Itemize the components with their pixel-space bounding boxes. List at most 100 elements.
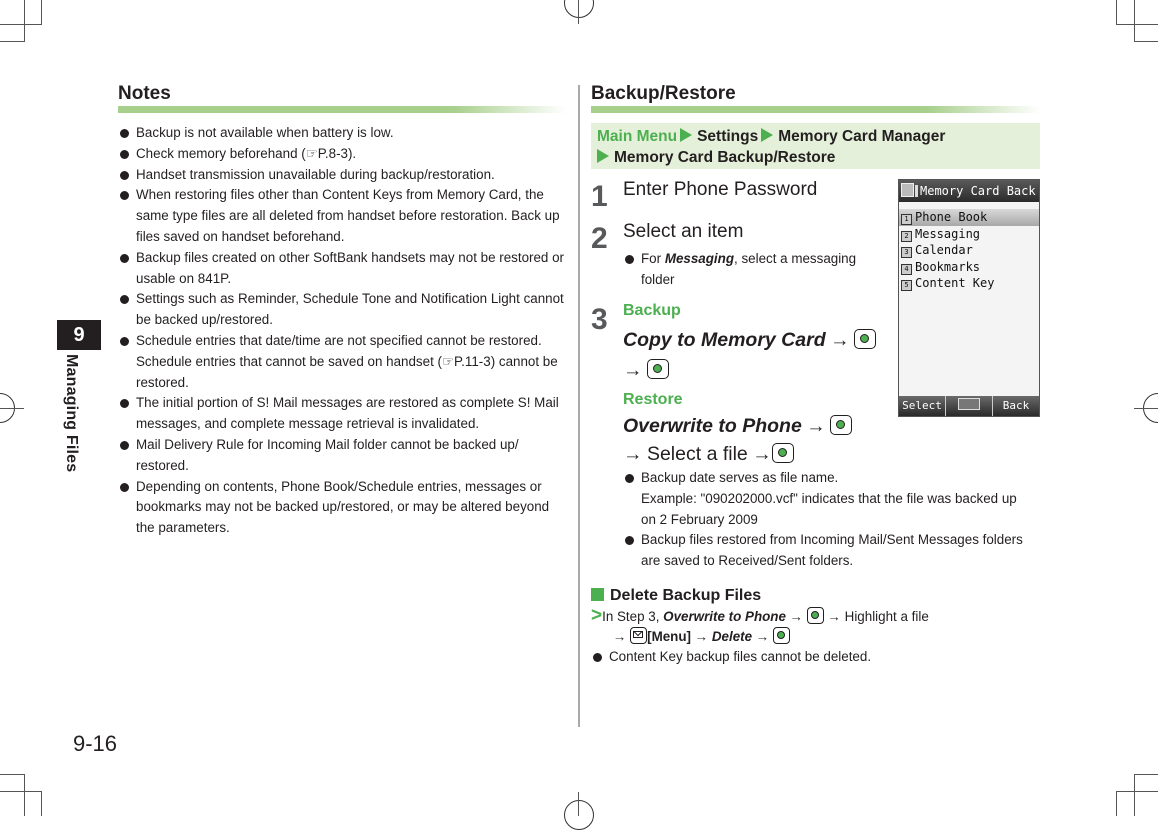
menu-navigation-path: Main Menu Settings Memory Card Manager Mem… (591, 123, 1040, 169)
softkey-back[interactable]: Back (993, 396, 1039, 416)
backup-operation: Copy to Memory Card → → (623, 326, 883, 386)
menu-item-label: Content Key (915, 276, 995, 290)
screen-menu-item-messaging[interactable]: 2 Messaging (899, 226, 1039, 243)
screen-menu-list: 1 Phone Book 2 Messaging 3 Calendar 4 Bookma… (899, 209, 1039, 292)
crop-mark (1116, 791, 1117, 816)
backup-restore-heading: Backup/Restore (591, 83, 736, 104)
crop-mark (41, 791, 42, 816)
registration-mark (578, 792, 579, 816)
note-text: For (641, 251, 665, 266)
note-item: When restoring files other than Content … (118, 185, 566, 247)
step-number: 2 (591, 222, 608, 255)
delete-heading-text: Delete Backup Files (610, 587, 762, 604)
mail-key-icon (630, 627, 648, 644)
backup-restore-heading-block: Backup/Restore (591, 83, 1040, 113)
arrow-icon: → (830, 329, 850, 351)
step-number: 1 (591, 180, 608, 213)
note-item: Handset transmission unavailable during … (118, 165, 566, 186)
delete-instruction-cont: → [Menu] → Delete → (591, 627, 1031, 647)
crop-mark (1134, 41, 1158, 42)
step-note: For Messaging, select a messaging folder (623, 249, 863, 291)
chapter-title: Managing Files (62, 354, 92, 484)
arrow-icon: → (755, 629, 770, 644)
phone-screen-screenshot: Memory Card Back 1 Phone Book 2 Messaging … (898, 179, 1040, 417)
screen-menu-item-calendar[interactable]: 3 Calendar (899, 242, 1039, 259)
center-key-icon (646, 359, 669, 379)
delete-backup-section: Delete Backup Files >In Step 3, Overwrit… (591, 587, 1031, 668)
note-emphasis: Messaging (664, 251, 735, 266)
registration-mark (1134, 408, 1158, 409)
center-key-icon (806, 607, 824, 624)
arrow-icon: → (789, 609, 804, 624)
note-item: Depending on contents, Phone Book/Schedu… (118, 477, 566, 539)
registration-mark (0, 408, 24, 409)
number-icon: 4 (901, 263, 912, 275)
crop-mark (1134, 774, 1158, 775)
number-icon: 1 (901, 214, 912, 225)
overwrite-to-phone: Overwrite to Phone (623, 415, 802, 437)
select-a-file: Select a file (646, 443, 748, 465)
restore-note: Backup date serves as file name. Example:… (623, 468, 1033, 530)
crop-mark (0, 41, 24, 42)
registration-mark (578, 0, 579, 24)
number-icon: 5 (901, 280, 912, 291)
crop-mark (1134, 0, 1135, 42)
restore-notes: Backup date serves as file name. Example:… (623, 468, 1033, 572)
step-text: Select an item (623, 221, 744, 242)
softkey-center[interactable] (946, 396, 993, 416)
notes-list: Backup is not available when battery is … (118, 123, 566, 539)
notes-heading-bar (118, 106, 566, 113)
chapter-title-text: Managing Files (63, 354, 80, 473)
copy-to-memory-card: Copy to Memory Card (623, 329, 826, 351)
step-number: 3 (591, 303, 608, 336)
page-number: 9-16 (73, 731, 118, 756)
backup-label: Backup (623, 302, 681, 319)
delete-operation: Delete (711, 629, 753, 644)
menu-item-label: Messaging (915, 226, 981, 241)
note-item: Settings such as Reminder, Schedule Tone… (118, 289, 566, 331)
screen-menu-item-bookmarks[interactable]: 4 Bookmarks (899, 259, 1039, 276)
screen-menu-item-phone-book[interactable]: 1 Phone Book (899, 209, 1039, 226)
arrow-icon: → (623, 443, 643, 465)
nav-memory-card-backup-restore: Memory Card Backup/Restore (614, 149, 836, 166)
nav-settings: Settings (697, 128, 759, 145)
section-marker-icon (591, 588, 604, 601)
arrow-icon: → (613, 629, 627, 644)
number-icon: 2 (901, 230, 912, 242)
delete-instruction: >In Step 3, Overwrite to Phone → → Highl… (591, 606, 1031, 627)
softkey-select[interactable]: Select (899, 396, 946, 416)
registration-mark (564, 0, 594, 18)
center-key-icon (854, 329, 877, 349)
crop-mark (41, 0, 42, 24)
tool-icon (915, 185, 918, 197)
path-arrow-icon (761, 128, 774, 142)
path-arrow-icon (680, 128, 693, 142)
delete-backup-heading: Delete Backup Files (591, 587, 1031, 605)
notes-section: Notes Backup is not available when batte… (118, 83, 566, 539)
notes-heading: Notes (118, 83, 171, 104)
note-item: Schedule entries that date/time are not … (118, 331, 566, 393)
nav-main-menu: Main Menu (597, 128, 678, 145)
column-divider (578, 85, 580, 727)
backup-restore-heading-bar (591, 106, 1040, 113)
screen-title: Memory Card Back (920, 184, 1036, 198)
arrow-icon: → (752, 443, 772, 465)
softkey-bar: Select Back (899, 396, 1039, 416)
arrow-icon: → (806, 415, 826, 437)
note-item: Mail Delivery Rule for Incoming Mail fol… (118, 435, 566, 477)
center-key-icon (830, 415, 853, 435)
crop-mark (24, 774, 25, 816)
screen-menu-item-content-key[interactable]: 5 Content Key (899, 275, 1039, 292)
crop-mark (0, 24, 42, 25)
menu-item-label: Bookmarks (915, 259, 981, 274)
arrow-icon: → (694, 629, 709, 644)
note-text: Backup date serves as file name. (641, 470, 839, 485)
note-item: Check memory beforehand (☞P.8-3). (118, 144, 566, 165)
screen-title-bar: Memory Card Back (899, 180, 1039, 202)
chevron-right-icon: > (591, 605, 603, 626)
crop-mark (1116, 791, 1158, 792)
registration-mark (564, 800, 594, 830)
restore-note: Backup files restored from Incoming Mail… (623, 530, 1033, 572)
note-item: The initial portion of S! Mail messages … (118, 393, 566, 435)
step-text: Enter Phone Password (623, 179, 818, 200)
